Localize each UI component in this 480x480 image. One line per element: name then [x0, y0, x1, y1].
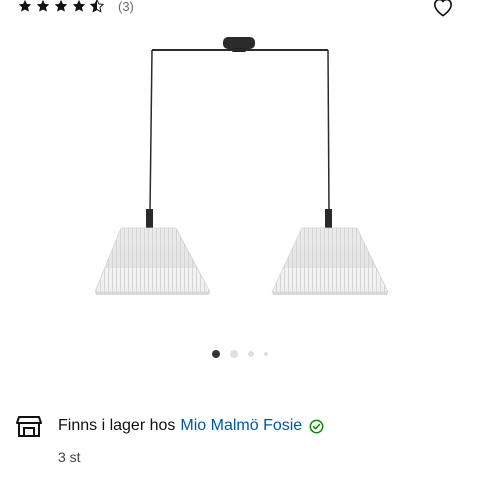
favourite-button[interactable] — [431, 0, 455, 18]
pagination-dot[interactable] — [230, 350, 238, 358]
rating-count: (3) — [118, 0, 134, 14]
pagination-dot[interactable] — [248, 351, 254, 357]
stock-quantity: 3 st — [58, 449, 81, 465]
star-half-icon — [90, 0, 104, 13]
check-circle-icon — [309, 419, 324, 433]
store-name-link[interactable]: Mio Malmö Fosie — [180, 417, 302, 435]
star-icon — [54, 0, 68, 12]
pagination-dot-active[interactable] — [212, 350, 220, 358]
cord-left — [149, 49, 153, 214]
stock-prefix: Finns i lager hos — [58, 417, 176, 434]
image-pagination — [0, 350, 480, 358]
stock-status: Finns i lager hos Mio Malmö Fosie — [58, 417, 324, 435]
star-icon — [18, 0, 32, 12]
product-image[interactable] — [0, 28, 480, 338]
cord-right — [327, 49, 330, 214]
lamp-shade-right — [271, 209, 389, 295]
lamp-shade-left — [94, 209, 211, 295]
rating-row[interactable]: (3) — [18, 0, 134, 16]
star-icon — [72, 0, 86, 12]
store-icon — [16, 416, 42, 437]
heart-icon — [434, 0, 452, 17]
star-icon — [36, 0, 50, 12]
star-rating — [18, 0, 104, 13]
pagination-dot[interactable] — [264, 352, 268, 356]
store-availability[interactable]: Finns i lager hos Mio Malmö Fosie — [16, 413, 464, 439]
